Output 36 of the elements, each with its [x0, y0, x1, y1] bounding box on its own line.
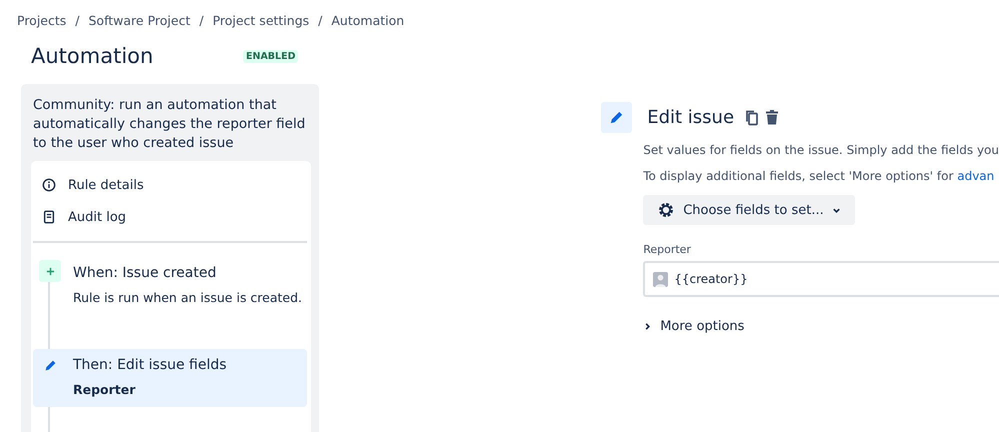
step-title: Then: Edit issue fields	[73, 357, 227, 373]
page-title: Automation	[31, 44, 154, 68]
breadcrumb-separator: /	[75, 13, 80, 30]
copy-icon[interactable]	[744, 109, 760, 126]
breadcrumb-link[interactable]: Automation	[331, 13, 404, 32]
trash-icon[interactable]	[764, 109, 780, 126]
more-options-toggle[interactable]: More options	[643, 319, 744, 334]
rule-menu-item[interactable]: Rule details	[68, 178, 144, 192]
step-field: Reporter	[73, 382, 227, 397]
editor-hint: To display additional fields, select 'More options' for advan	[643, 169, 996, 183]
rule-step[interactable]: When: Issue created Rule is run when an issue is created.	[33, 257, 308, 315]
editor-description: Set values for fields on the issue. Simply add the fields you	[643, 143, 999, 157]
settings-icon	[657, 201, 676, 219]
breadcrumb-separator: /	[318, 13, 322, 30]
reporter-field[interactable]: {{creator}}	[643, 261, 999, 297]
breadcrumb-link[interactable]: Project settings	[212, 13, 310, 32]
step-description: Rule is run when an issue is created.	[73, 290, 302, 305]
choose-fields-button[interactable]: Choose fields to set...	[643, 195, 855, 225]
field-label: Reporter	[643, 243, 692, 256]
editor-title: Edit issue	[647, 107, 734, 128]
chevron-right-icon	[643, 322, 652, 331]
rule-step[interactable]: Then: Edit issue fields Reporter	[33, 349, 308, 407]
advanced-link[interactable]: advan	[957, 169, 994, 183]
chevron-down-icon	[832, 206, 841, 214]
status-badge: ENABLED	[243, 50, 298, 62]
breadcrumb-separator: /	[199, 13, 204, 30]
plus-icon	[39, 260, 61, 282]
pencil-icon	[601, 102, 632, 133]
breadcrumb-link[interactable]: Projects	[17, 13, 66, 32]
rule-title: Community: run an automation that automatically changes the reporter field to the user who created issue	[32, 96, 306, 153]
breadcrumb-link[interactable]: Software Project	[88, 13, 190, 32]
rule-menu-item[interactable]: Audit log	[68, 210, 126, 224]
info-icon	[42, 178, 56, 192]
avatar-icon	[653, 272, 668, 286]
step-title: When: Issue created	[73, 265, 218, 281]
document-icon	[42, 210, 56, 224]
